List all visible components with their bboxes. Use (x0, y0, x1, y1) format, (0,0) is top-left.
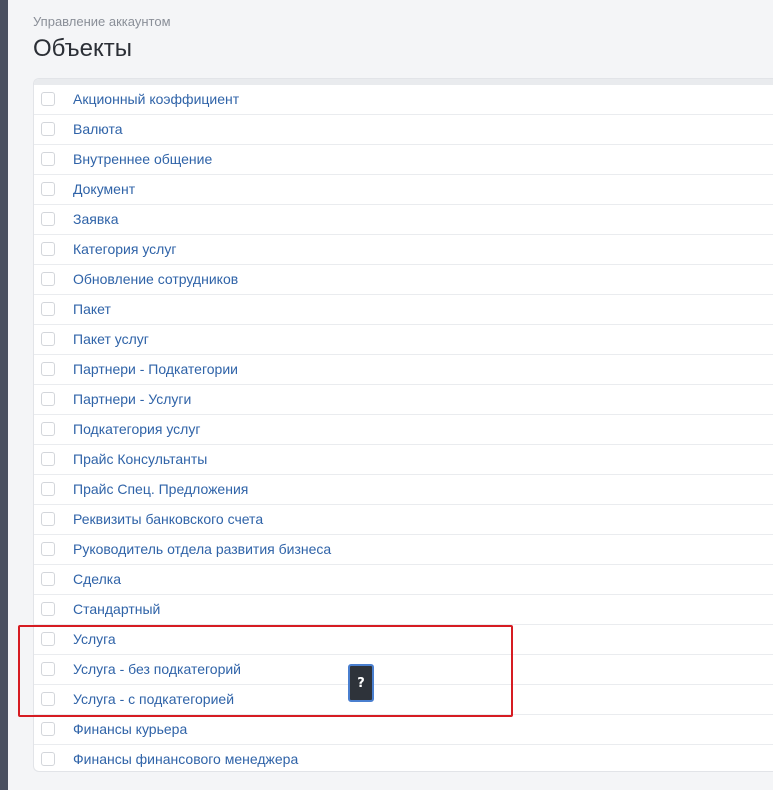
object-link[interactable]: Сделка (73, 565, 121, 594)
object-link[interactable]: Пакет услуг (73, 325, 149, 354)
row-checkbox[interactable] (41, 362, 55, 376)
left-sidebar-rail (0, 0, 8, 790)
object-link[interactable]: Услуга - с подкатегорией (73, 685, 234, 714)
row-checkbox[interactable] (41, 542, 55, 556)
object-row: Реквизиты банковского счета (34, 505, 773, 535)
row-checkbox[interactable] (41, 752, 55, 766)
page-title: Объекты (33, 35, 132, 62)
object-link[interactable]: Прайс Консультанты (73, 445, 207, 474)
help-question-badge[interactable]: ? (348, 664, 374, 702)
row-checkbox[interactable] (41, 272, 55, 286)
object-row: Обновление сотрудников (34, 265, 773, 295)
object-row: Акционный коэффициент (34, 85, 773, 115)
object-row: Финансы курьера (34, 715, 773, 745)
row-checkbox[interactable] (41, 482, 55, 496)
object-row: Прайс Спец. Предложения (34, 475, 773, 505)
object-link[interactable]: Категория услуг (73, 235, 176, 264)
object-row: Финансы финансового менеджера (34, 745, 773, 771)
row-checkbox[interactable] (41, 512, 55, 526)
object-link[interactable]: Пакет (73, 295, 111, 324)
object-link[interactable]: Услуга - без подкатегорий (73, 655, 241, 684)
object-row: Пакет услуг (34, 325, 773, 355)
object-link[interactable]: Руководитель отдела развития бизнеса (73, 535, 331, 564)
row-checkbox[interactable] (41, 392, 55, 406)
object-row: Услуга - без подкатегорий (34, 655, 773, 685)
row-checkbox[interactable] (41, 722, 55, 736)
object-link[interactable]: Партнери - Подкатегории (73, 355, 238, 384)
object-row: Валюта (34, 115, 773, 145)
object-link[interactable]: Акционный коэффициент (73, 85, 239, 114)
object-row: Пакет (34, 295, 773, 325)
object-row: Прайс Консультанты (34, 445, 773, 475)
row-checkbox[interactable] (41, 692, 55, 706)
object-link[interactable]: Финансы курьера (73, 715, 187, 744)
row-checkbox[interactable] (41, 632, 55, 646)
object-link[interactable]: Финансы финансового менеджера (73, 745, 298, 771)
object-row: Внутреннее общение (34, 145, 773, 175)
object-row: Партнери - Подкатегории (34, 355, 773, 385)
row-checkbox[interactable] (41, 182, 55, 196)
row-checkbox[interactable] (41, 92, 55, 106)
object-row: Категория услуг (34, 235, 773, 265)
object-link[interactable]: Заявка (73, 205, 118, 234)
object-link[interactable]: Внутреннее общение (73, 145, 212, 174)
object-link[interactable]: Документ (73, 175, 135, 204)
objects-panel: Акционный коэффициент Валюта Внутреннее об… (33, 78, 773, 772)
row-checkbox[interactable] (41, 212, 55, 226)
object-row: Услуга - с подкатегорией (34, 685, 773, 715)
object-link[interactable]: Обновление сотрудников (73, 265, 238, 294)
object-link[interactable]: Услуга (73, 625, 116, 654)
object-row: Услуга (34, 625, 773, 655)
object-row: Заявка (34, 205, 773, 235)
page-header: Управление аккаунтом Объекты (33, 14, 171, 64)
object-link[interactable]: Подкатегория услуг (73, 415, 200, 444)
object-row: Стандартный (34, 595, 773, 625)
object-link[interactable]: Валюта (73, 115, 123, 144)
object-link[interactable]: Партнери - Услуги (73, 385, 191, 414)
object-link[interactable]: Стандартный (73, 595, 160, 624)
object-row: Партнери - Услуги (34, 385, 773, 415)
row-checkbox[interactable] (41, 452, 55, 466)
object-row: Документ (34, 175, 773, 205)
row-checkbox[interactable] (41, 662, 55, 676)
object-row: Сделка (34, 565, 773, 595)
row-checkbox[interactable] (41, 572, 55, 586)
row-checkbox[interactable] (41, 332, 55, 346)
page: Управление аккаунтом Объекты Акционный к… (8, 0, 773, 790)
row-checkbox[interactable] (41, 242, 55, 256)
row-checkbox[interactable] (41, 152, 55, 166)
object-link[interactable]: Реквизиты банковского счета (73, 505, 263, 534)
breadcrumb[interactable]: Управление аккаунтом (33, 14, 171, 30)
row-checkbox[interactable] (41, 302, 55, 316)
objects-list: Акционный коэффициент Валюта Внутреннее об… (34, 85, 773, 771)
row-checkbox[interactable] (41, 122, 55, 136)
row-checkbox[interactable] (41, 422, 55, 436)
object-row: Руководитель отдела развития бизнеса (34, 535, 773, 565)
row-checkbox[interactable] (41, 602, 55, 616)
object-link[interactable]: Прайс Спец. Предложения (73, 475, 248, 504)
object-row: Подкатегория услуг (34, 415, 773, 445)
